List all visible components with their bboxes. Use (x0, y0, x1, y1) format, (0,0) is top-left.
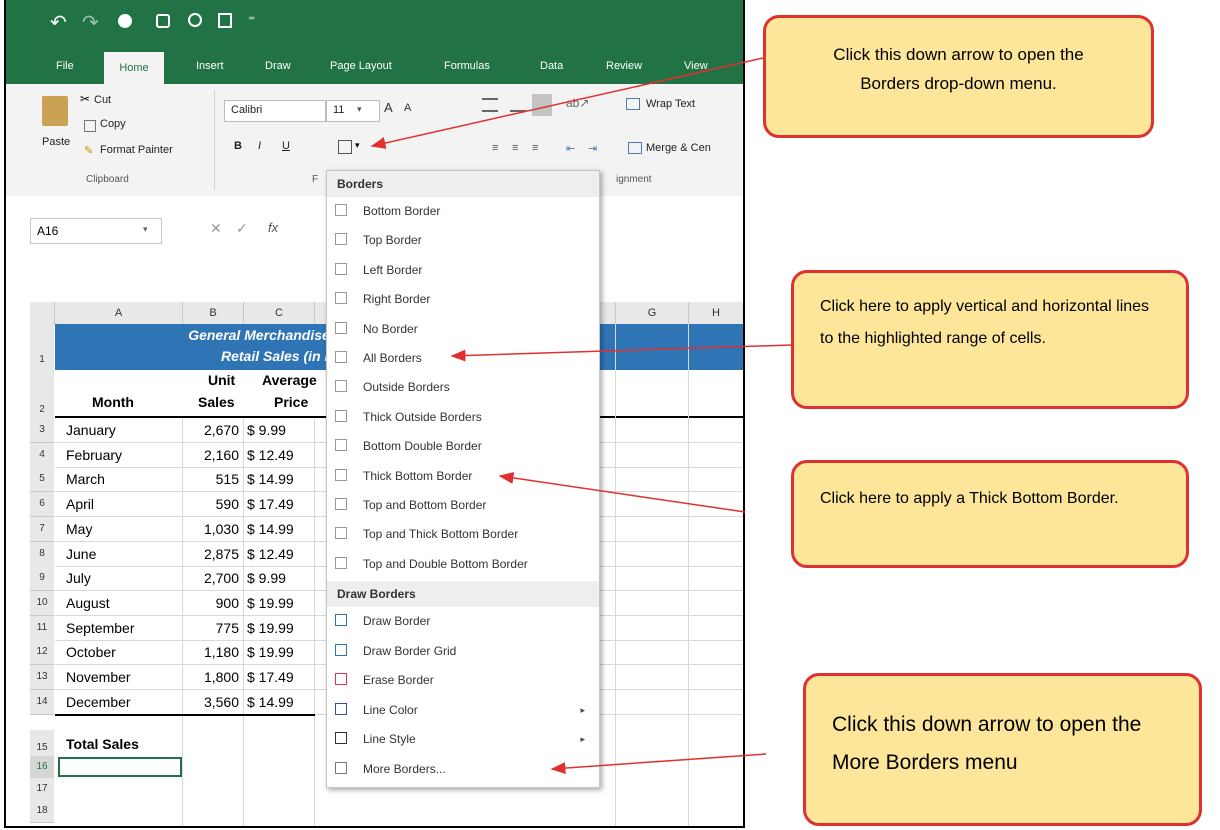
arrow-to-thick-bottom-border (498, 472, 746, 513)
callout-arrows (370, 57, 792, 775)
arrow-to-borders-dropdown (370, 57, 764, 149)
arrow-to-more-borders (550, 753, 767, 775)
arrow-to-all-borders (450, 344, 792, 362)
